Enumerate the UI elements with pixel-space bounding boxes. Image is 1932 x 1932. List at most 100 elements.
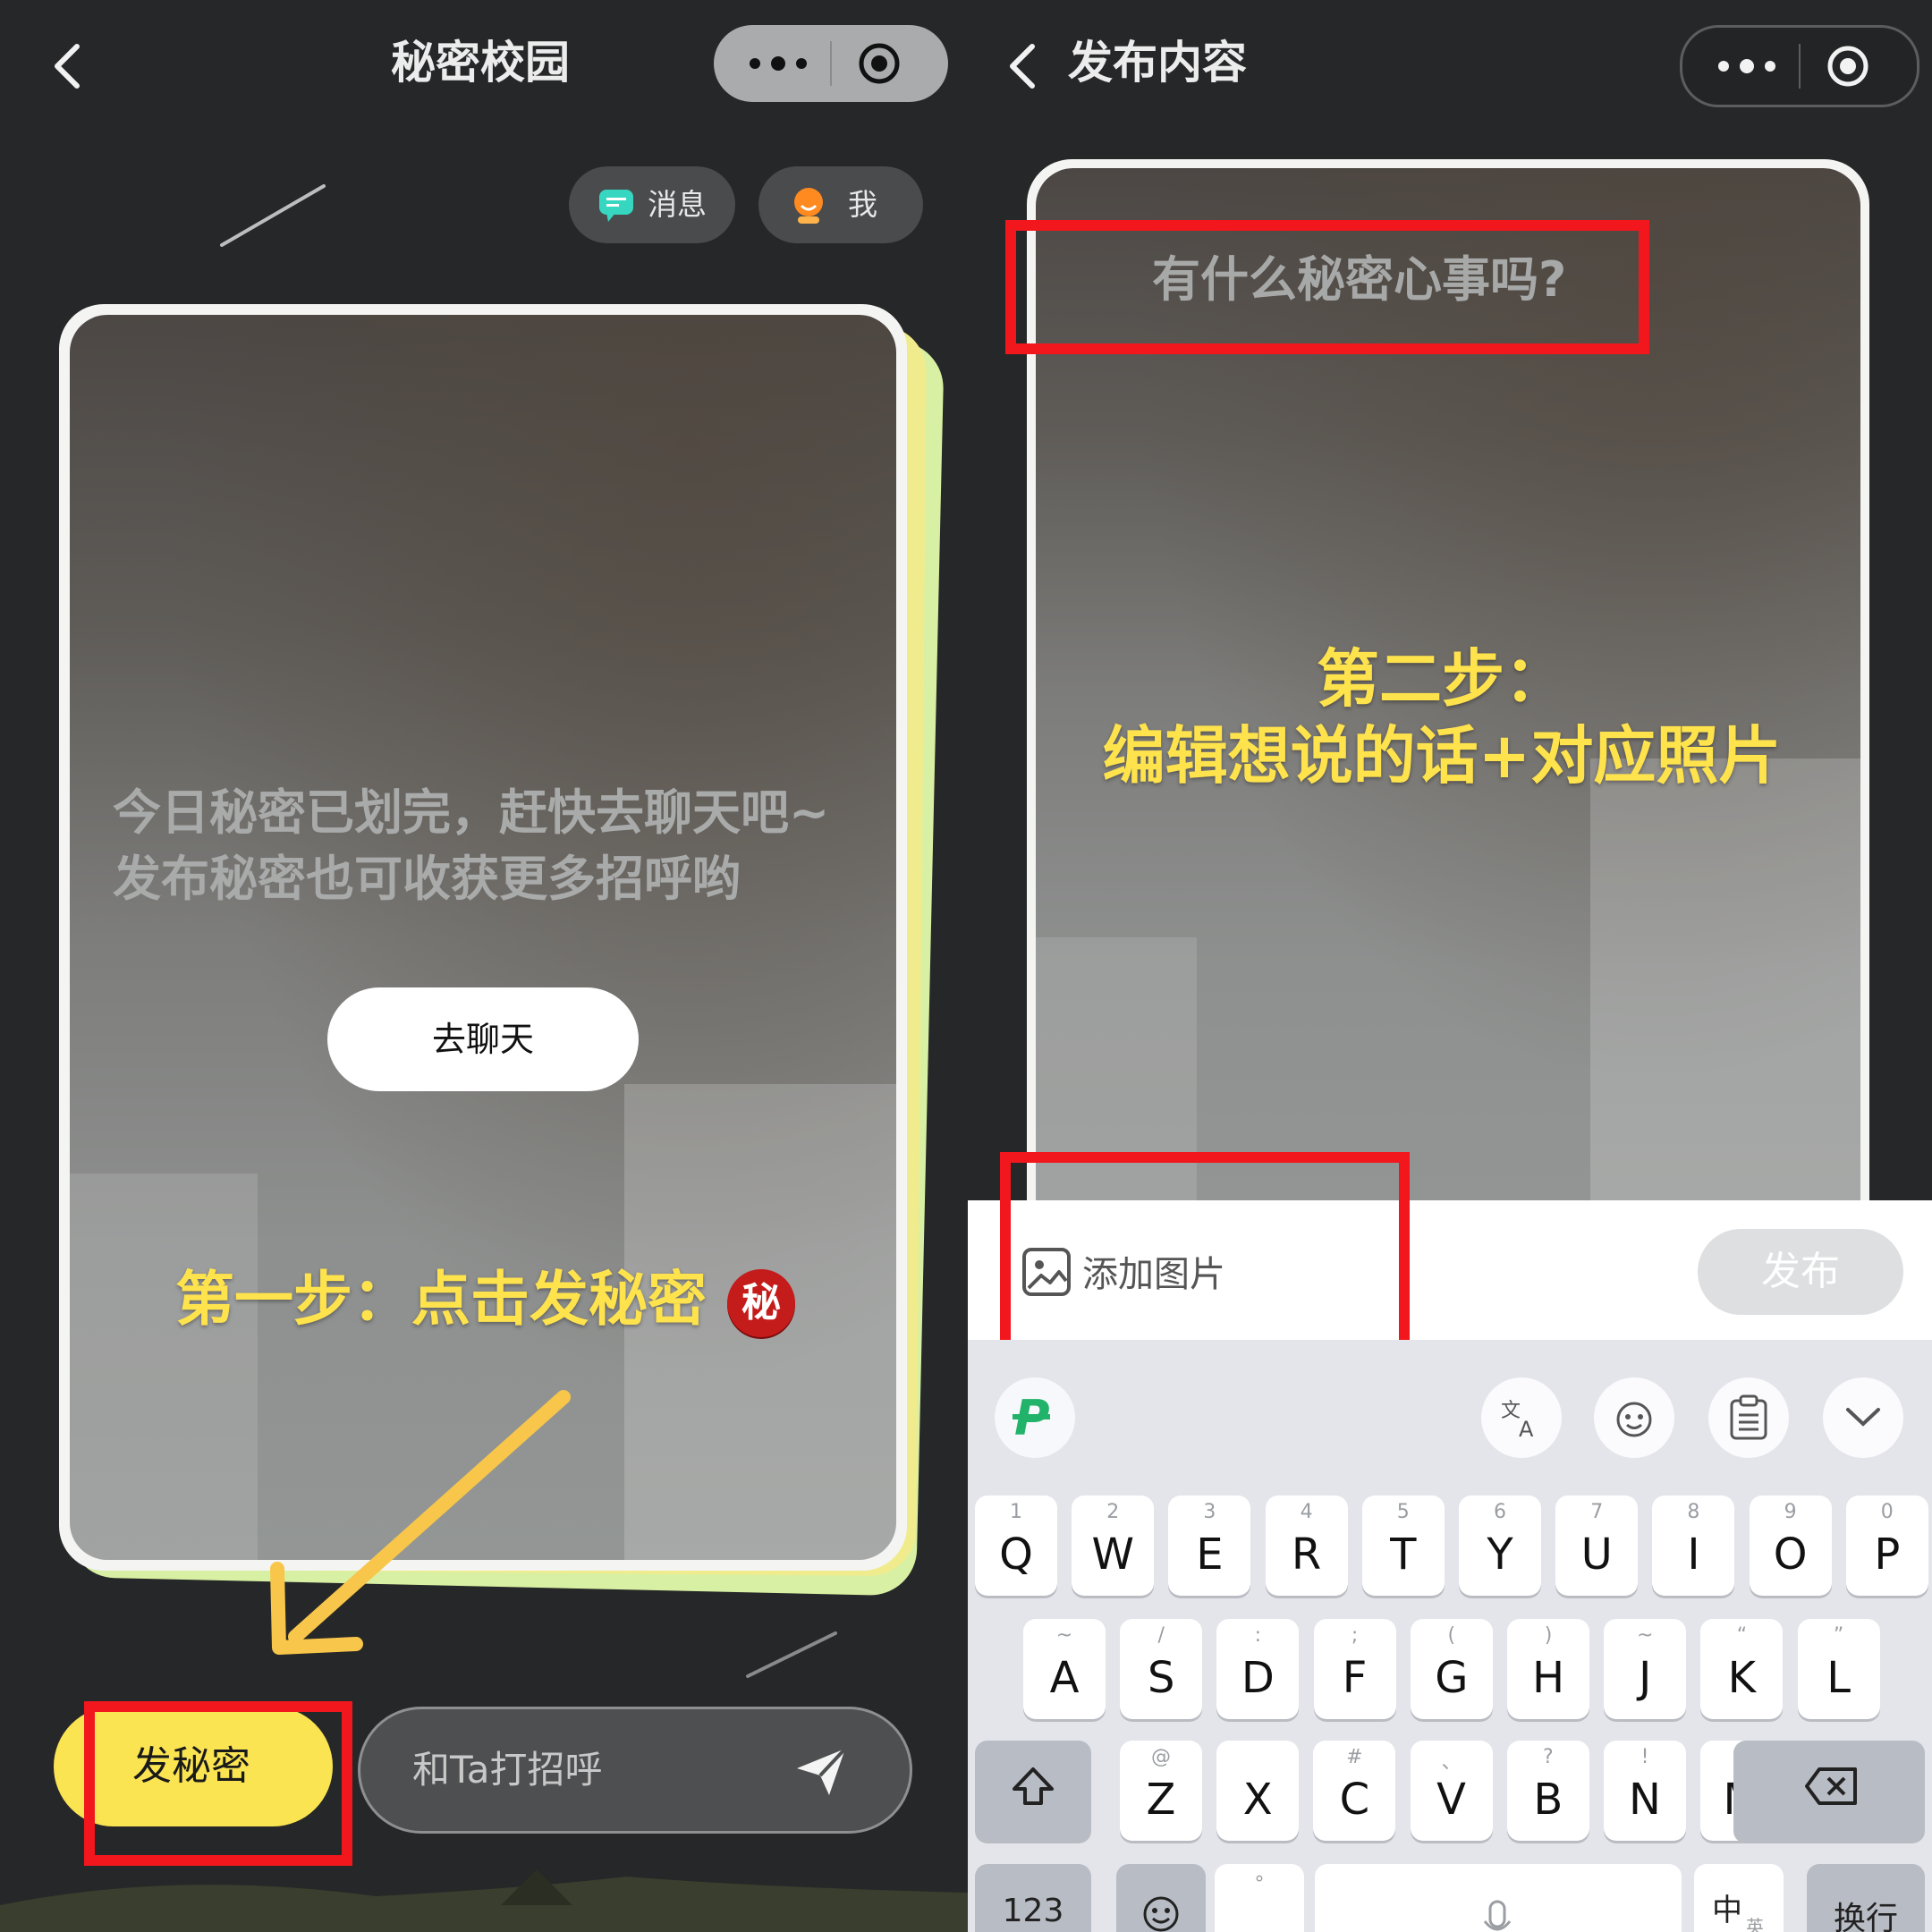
emoji-key[interactable] — [1116, 1864, 1206, 1932]
key-hint: : — [1254, 1624, 1262, 1647]
key-letter: K — [1727, 1653, 1757, 1703]
backspace-key[interactable] — [1733, 1741, 1925, 1841]
highlight-box-input — [1005, 220, 1649, 354]
key-h[interactable]: ) H — [1507, 1619, 1589, 1719]
greet-input[interactable]: 和Ta打招呼 — [358, 1707, 912, 1834]
message-icon — [599, 190, 633, 222]
key-hint: 0 — [1880, 1501, 1894, 1523]
key-hint: # — [1346, 1746, 1363, 1768]
key-letter: R — [1291, 1530, 1322, 1580]
go-chat-button[interactable]: 去聊天 — [327, 987, 639, 1091]
microphone-icon — [1483, 1900, 1512, 1931]
input-method-logo[interactable]: P — [995, 1377, 1075, 1458]
key-e[interactable]: 3E — [1168, 1496, 1251, 1596]
language-key[interactable]: 中 英 — [1694, 1864, 1784, 1932]
enter-key[interactable]: 换行 — [1807, 1864, 1925, 1932]
key-letter: Z — [1146, 1775, 1176, 1825]
step-one-text: 第一步：点击发秘密 — [175, 1265, 707, 1334]
key-w[interactable]: 2W — [1072, 1496, 1155, 1596]
key-hint: ~ — [1636, 1624, 1654, 1647]
emoji-icon — [1143, 1896, 1179, 1932]
mini-program-capsule — [1680, 25, 1919, 107]
key-g[interactable]: (G — [1410, 1619, 1493, 1719]
punctuation-key[interactable]: ° — [1215, 1864, 1304, 1932]
key-hint: 2 — [1106, 1501, 1120, 1523]
key-hint: ! — [1640, 1746, 1649, 1768]
capsule-divider — [830, 41, 832, 86]
clipboard-icon — [1730, 1394, 1767, 1440]
key-q[interactable]: 1Q — [975, 1496, 1057, 1596]
key-letter: I — [1687, 1530, 1700, 1580]
key-k[interactable]: “K — [1700, 1619, 1784, 1719]
key-hint: ) — [1544, 1624, 1553, 1647]
annotation-arrow — [270, 1390, 571, 1655]
user-avatar-icon — [794, 188, 823, 224]
meteor-decoration — [220, 184, 326, 247]
enter-label: 换行 — [1833, 1901, 1898, 1932]
capsule-divider — [1799, 44, 1801, 89]
language-sub-label: 英 — [1746, 1916, 1764, 1932]
ground-decoration — [0, 1869, 968, 1932]
key-b[interactable]: ? B — [1506, 1741, 1589, 1841]
key-hint: 3 — [1203, 1501, 1216, 1523]
key-hint: 8 — [1687, 1501, 1700, 1523]
back-arrow-icon[interactable] — [998, 39, 1052, 93]
key-u[interactable]: 7U — [1555, 1496, 1639, 1596]
key-hint: 6 — [1494, 1501, 1506, 1523]
key-y[interactable]: 6Y — [1459, 1496, 1541, 1596]
key-hint: 5 — [1396, 1501, 1410, 1523]
key-d[interactable]: :D — [1216, 1619, 1300, 1719]
key-hint: ~ — [1055, 1624, 1073, 1647]
punctuation-hint: ° — [1254, 1873, 1265, 1895]
key-hint: ; — [1351, 1624, 1359, 1647]
messages-button[interactable]: 消息 — [569, 166, 735, 243]
wall-shadow — [70, 1174, 258, 1560]
language-label: 中 — [1712, 1893, 1742, 1928]
key-n[interactable]: ! N — [1604, 1741, 1686, 1841]
clipboard-button[interactable] — [1708, 1377, 1789, 1458]
key-i[interactable]: 8I — [1652, 1496, 1735, 1596]
mini-program-capsule — [714, 25, 948, 102]
step-two-note: 第二步： 编辑想说的话+对应照片 — [1021, 640, 1862, 794]
emoji-toolbar-button[interactable] — [1594, 1377, 1674, 1458]
key-letter: S — [1147, 1653, 1175, 1703]
close-target-icon[interactable] — [1826, 44, 1870, 89]
publish-button[interactable]: 发布 — [1698, 1229, 1903, 1315]
key-letter: U — [1580, 1530, 1613, 1580]
key-letter: V — [1436, 1775, 1467, 1825]
key-letter: G — [1435, 1653, 1469, 1703]
key-letter: O — [1773, 1530, 1808, 1580]
left-screen: 秘密校园 消息 我 今日秘密已划完，赶快去聊天吧~发布秘密也可收获更多招呼哟 去… — [0, 0, 968, 1932]
more-icon[interactable] — [742, 50, 814, 77]
send-icon[interactable] — [793, 1745, 849, 1797]
key-t[interactable]: 5T — [1361, 1496, 1445, 1596]
shift-key[interactable] — [975, 1741, 1091, 1841]
key-hint: 7 — [1590, 1501, 1604, 1523]
key-s[interactable]: / S — [1120, 1619, 1203, 1719]
key-r[interactable]: 4R — [1265, 1496, 1348, 1596]
key-a[interactable]: ~ A — [1023, 1619, 1106, 1719]
space-key[interactable] — [1315, 1864, 1682, 1932]
key-letter: N — [1629, 1775, 1661, 1825]
key-hint: / — [1157, 1624, 1165, 1647]
key-p[interactable]: 0P — [1845, 1496, 1928, 1596]
svg-text:A: A — [1519, 1417, 1534, 1440]
backspace-icon — [1805, 1767, 1857, 1805]
numbers-key[interactable]: 123 — [975, 1864, 1091, 1932]
key-x[interactable]: X — [1216, 1741, 1300, 1841]
more-icon[interactable] — [1711, 53, 1783, 80]
translate-button[interactable]: 文 A — [1481, 1377, 1562, 1458]
card-background-photo — [70, 315, 896, 1560]
key-o[interactable]: 9O — [1749, 1496, 1832, 1596]
right-screen: 发布内容 有什么秘密心事吗? 第二步： 编辑想说的话+对应照片 添加图片 发布 — [968, 0, 1932, 1932]
key-j[interactable]: ~ J — [1604, 1619, 1687, 1719]
collapse-keyboard-button[interactable] — [1823, 1377, 1903, 1458]
key-f[interactable]: ; F — [1313, 1619, 1396, 1719]
key-c[interactable]: # C — [1313, 1741, 1396, 1841]
close-target-icon[interactable] — [857, 41, 902, 86]
me-button[interactable]: 我 — [758, 166, 923, 243]
key-z[interactable]: @ Z — [1120, 1741, 1202, 1841]
key-l[interactable]: ” L — [1797, 1619, 1880, 1719]
key-v[interactable]: 、 V — [1410, 1741, 1493, 1841]
key-letter: H — [1531, 1653, 1565, 1703]
